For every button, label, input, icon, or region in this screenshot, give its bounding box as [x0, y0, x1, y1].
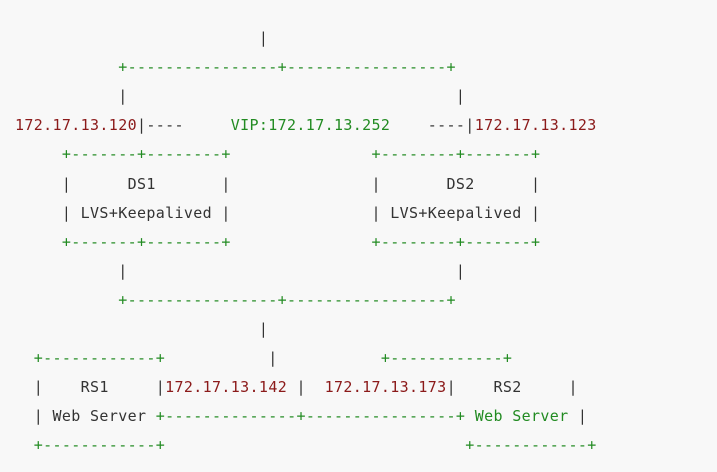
box-border-segment: +------------+ — [33, 349, 166, 368]
connector-segment: | — [15, 320, 269, 338]
connector-segment: | — [474, 174, 541, 193]
connector-segment — [15, 291, 118, 309]
connector-segment — [231, 233, 372, 251]
connector-segment: | — [15, 203, 81, 222]
node-label: RS2 — [493, 378, 522, 397]
node-label: DS2 — [446, 174, 475, 193]
node-label: Web Server — [52, 407, 147, 426]
connector-segment: | | — [155, 174, 447, 193]
diagram-line: | Web Server +--------------+-----------… — [15, 402, 587, 431]
box-border-segment: +------------+ — [33, 436, 166, 455]
connector-segment: | — [446, 378, 494, 397]
connector-segment — [15, 349, 34, 367]
connector-segment — [15, 58, 118, 76]
box-border-segment: +----------------+-----------------+ — [118, 58, 456, 77]
node-label: DS1 — [127, 174, 156, 193]
connector-segment: | — [287, 378, 325, 397]
connector-segment — [465, 407, 474, 425]
connector-segment: | — [568, 407, 588, 426]
ip-address-label: 172.17.13.123 — [474, 116, 597, 135]
diagram-line: | | — [15, 82, 465, 111]
diagram-line: | RS1 |172.17.13.142 | 172.17.13.173| RS… — [15, 373, 578, 402]
diagram-line: | DS1 | | DS2 | — [15, 170, 540, 199]
connector-segment: | — [15, 29, 269, 47]
diagram-line: +-------+--------+ +--------+-------+ — [15, 228, 540, 257]
connector-segment: | | — [15, 261, 466, 280]
node-label: RS1 — [80, 378, 109, 397]
network-topology-diagram: | +----------------+-----------------+ |… — [0, 0, 717, 472]
ip-address-label: 172.17.13.142 — [165, 378, 288, 397]
diagram-line: | LVS+Keepalived | | LVS+Keepalived | — [15, 199, 540, 228]
diagram-line: +------------+ | +------------+ — [15, 344, 512, 373]
node-label: Web Server — [474, 407, 569, 426]
connector-segment — [146, 407, 155, 425]
connector-segment: | | — [212, 203, 391, 222]
diagram-line: 172.17.13.120|---- VIP:172.17.13.252 ---… — [15, 111, 597, 140]
connector-segment — [15, 233, 62, 251]
box-border-segment: +-------+--------+ — [61, 232, 231, 251]
vip-address-label: VIP:172.17.13.252 — [230, 116, 391, 135]
diagram-line: | — [15, 24, 268, 53]
connector-segment: ----| — [390, 116, 475, 135]
connector-segment: | | — [15, 87, 466, 106]
connector-segment — [165, 436, 465, 454]
diagram-line: +----------------+-----------------+ — [15, 286, 456, 315]
connector-segment: | — [165, 349, 381, 368]
diagram-line: | | — [15, 257, 465, 286]
diagram-line: | — [15, 315, 268, 344]
connector-segment: | — [521, 203, 541, 222]
box-border-segment: +------------+ — [465, 436, 597, 455]
box-border-segment: +--------------+----------------+ — [155, 407, 466, 426]
ip-address-label: 172.17.13.120 — [15, 116, 137, 135]
connector-segment: |---- — [136, 116, 231, 135]
diagram-line: +------------+ +------------+ — [15, 431, 597, 460]
box-border-segment: +----------------+-----------------+ — [118, 290, 456, 309]
box-border-segment: +-------+--------+ — [61, 145, 231, 164]
connector-segment: | — [15, 407, 53, 426]
connector-segment: | — [15, 174, 128, 193]
ip-address-label: 172.17.13.173 — [324, 378, 447, 397]
connector-segment — [15, 145, 62, 163]
diagram-line: +----------------+-----------------+ — [15, 53, 456, 82]
connector-segment: | — [521, 378, 578, 397]
connector-segment — [231, 145, 372, 163]
node-label: LVS+Keepalived — [80, 203, 213, 222]
connector-segment: | — [15, 378, 81, 397]
box-border-segment: +--------+-------+ — [371, 145, 541, 164]
node-label: LVS+Keepalived — [390, 203, 522, 222]
connector-segment — [15, 436, 34, 454]
connector-segment: | — [108, 378, 166, 397]
box-border-segment: +--------+-------+ — [371, 232, 541, 251]
box-border-segment: +------------+ — [380, 349, 513, 368]
diagram-line: +-------+--------+ +--------+-------+ — [15, 140, 540, 169]
